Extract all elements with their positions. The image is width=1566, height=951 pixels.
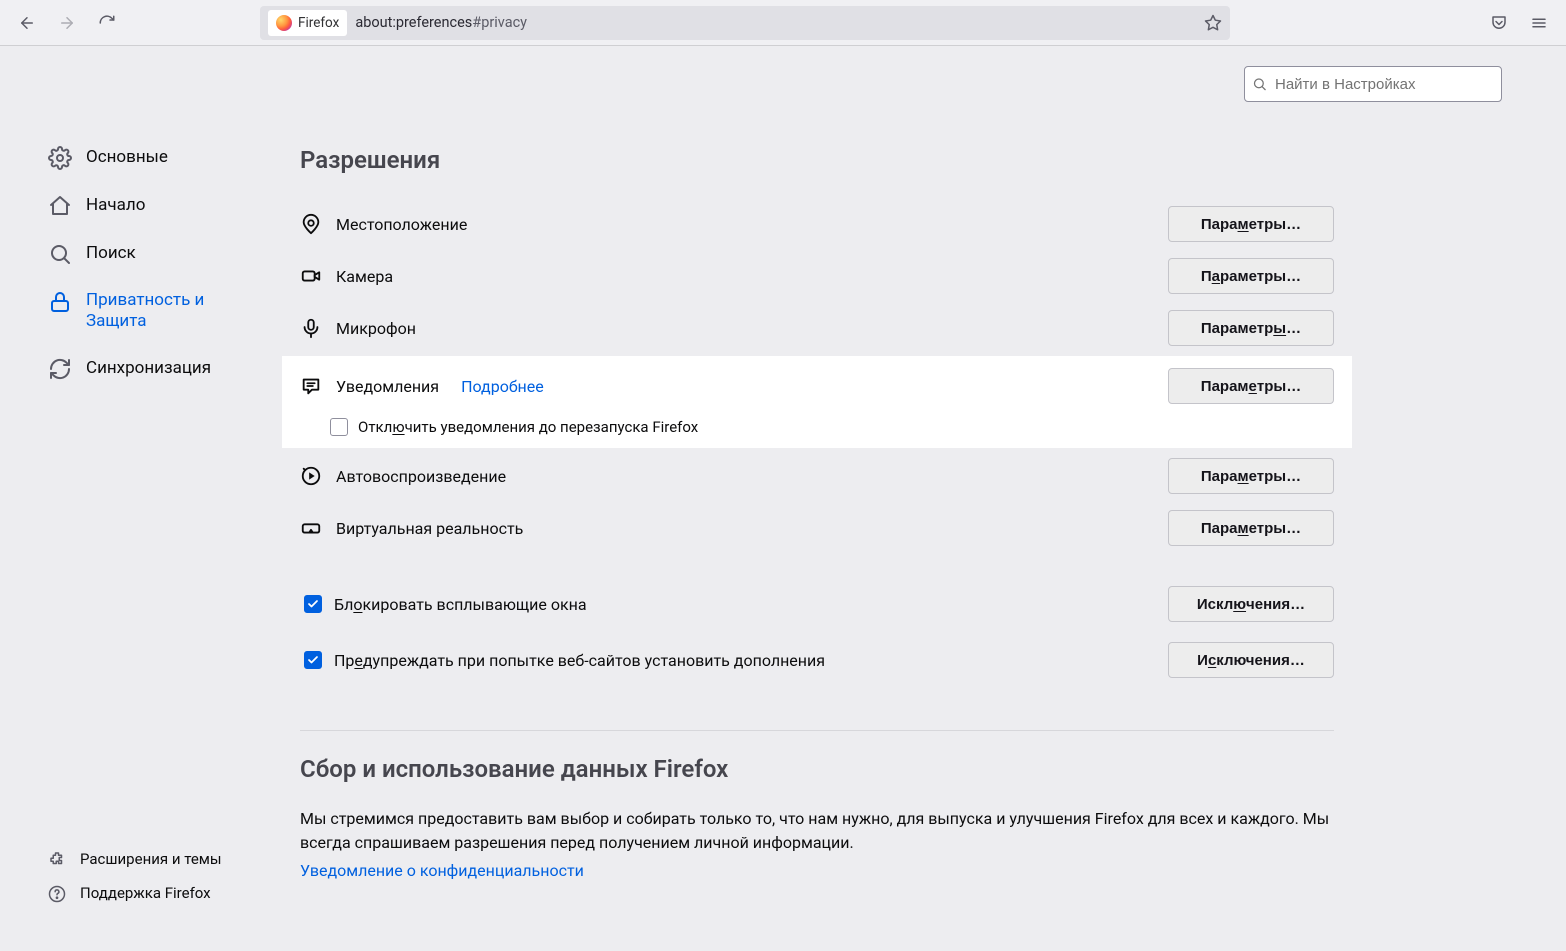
lock-icon [48, 290, 72, 314]
permission-notifications-group: Уведомления Подробнее Параметры… Отключи… [282, 356, 1352, 448]
permission-notifications-row: Уведомления Подробнее Параметры… [300, 360, 1334, 412]
sidebar-item-search[interactable]: Поиск [48, 232, 248, 280]
vr-icon [300, 517, 322, 539]
permission-location-row: Местоположение Параметры… [300, 198, 1334, 250]
warn-addons-label: Предупреждать при попытке веб-сайтов уст… [334, 651, 825, 670]
sidebar-item-home[interactable]: Начало [48, 184, 248, 232]
permission-autoplay-row: Автовоспроизведение Параметры… [300, 450, 1334, 502]
arrow-left-icon [18, 14, 36, 32]
permissions-heading: Разрешения [300, 146, 1334, 174]
main-content: Разрешения Местоположение Параметры… Кам… [300, 146, 1334, 880]
notifications-learn-more-link[interactable]: Подробнее [461, 377, 544, 396]
sidebar-item-extensions[interactable]: Расширения и темы [48, 842, 268, 877]
pause-notifications-label: Отключить уведомления до перезапуска Fir… [358, 418, 698, 436]
identity-label: Firefox [298, 15, 339, 31]
warn-addons-row: Предупреждать при попытке веб-сайтов уст… [300, 632, 1334, 688]
home-icon [48, 194, 72, 218]
permission-camera-row: Камера Параметры… [300, 250, 1334, 302]
puzzle-icon [48, 850, 66, 868]
popups-exceptions-button[interactable]: Исключения… [1168, 586, 1334, 622]
url-text: about:preferences#privacy [355, 14, 527, 31]
settings-search-input[interactable] [1244, 66, 1502, 102]
sync-icon [48, 357, 72, 381]
pocket-icon [1490, 14, 1508, 32]
sidebar-item-sync[interactable]: Синхронизация [48, 347, 248, 395]
reload-button[interactable] [90, 8, 124, 38]
sidebar-item-support[interactable]: Поддержка Firefox [48, 876, 268, 911]
permission-label: Камера [336, 267, 393, 286]
search-icon [1252, 77, 1267, 92]
magnifier-icon [48, 242, 72, 266]
firefox-logo-icon [276, 15, 292, 31]
forward-button[interactable] [50, 8, 84, 38]
reload-icon [98, 14, 116, 32]
url-bar[interactable]: Firefox about:preferences#privacy [260, 6, 1230, 40]
sidebar-item-label: Приватность и Защита [86, 290, 248, 333]
question-icon [48, 885, 66, 903]
location-settings-button[interactable]: Параметры… [1168, 206, 1334, 242]
sidebar-bottom: Расширения и темы Поддержка Firefox [48, 842, 268, 912]
sidebar-item-label: Основные [86, 147, 168, 168]
sidebar-item-label: Синхронизация [86, 358, 211, 379]
permission-label: Микрофон [336, 319, 416, 338]
autoplay-icon [300, 465, 322, 487]
permission-microphone-row: Микрофон Параметры… [300, 302, 1334, 354]
pause-notifications-row: Отключить уведомления до перезапуска Fir… [300, 412, 1334, 446]
autoplay-settings-button[interactable]: Параметры… [1168, 458, 1334, 494]
sidebar-item-label: Поиск [86, 243, 136, 264]
back-button[interactable] [10, 8, 44, 38]
vr-settings-button[interactable]: Параметры… [1168, 510, 1334, 546]
arrow-right-icon [58, 14, 76, 32]
data-collection-text: Мы стремимся предоставить вам выбор и со… [300, 807, 1334, 855]
sidebar-nav: Основные Начало Поиск Приватность и Защи… [48, 136, 248, 395]
permission-label: Уведомления [336, 377, 439, 396]
sidebar-item-label: Расширения и темы [80, 850, 222, 869]
bookmark-star-button[interactable] [1204, 14, 1222, 32]
block-popups-row: Блокировать всплывающие окна Исключения… [300, 576, 1334, 632]
warn-addons-checkbox[interactable] [304, 651, 322, 669]
settings-search [1244, 66, 1502, 102]
permission-label: Виртуальная реальность [336, 519, 523, 538]
app-menu-button[interactable] [1522, 8, 1556, 38]
gear-icon [48, 146, 72, 170]
notifications-settings-button[interactable]: Параметры… [1168, 368, 1334, 404]
addons-exceptions-button[interactable]: Исключения… [1168, 642, 1334, 678]
sidebar-item-privacy[interactable]: Приватность и Защита [48, 280, 248, 347]
pocket-button[interactable] [1482, 8, 1516, 38]
hamburger-icon [1530, 14, 1548, 32]
star-icon [1204, 14, 1222, 32]
privacy-notice-link[interactable]: Уведомление о конфиденциальности [300, 861, 584, 880]
camera-icon [300, 265, 322, 287]
pause-notifications-checkbox[interactable] [330, 418, 348, 436]
data-collection-heading: Сбор и использование данных Firefox [300, 755, 1334, 783]
sidebar-item-label: Начало [86, 195, 145, 216]
microphone-icon [300, 317, 322, 339]
sidebar-item-label: Поддержка Firefox [80, 884, 211, 903]
block-popups-checkbox[interactable] [304, 595, 322, 613]
block-popups-label: Блокировать всплывающие окна [334, 595, 587, 614]
identity-box[interactable]: Firefox [268, 10, 347, 36]
camera-settings-button[interactable]: Параметры… [1168, 258, 1334, 294]
divider [300, 730, 1334, 731]
microphone-settings-button[interactable]: Параметры… [1168, 310, 1334, 346]
location-icon [300, 213, 322, 235]
permission-label: Автовоспроизведение [336, 467, 506, 486]
browser-toolbar: Firefox about:preferences#privacy [0, 0, 1566, 46]
permission-label: Местоположение [336, 215, 467, 234]
notification-icon [300, 375, 322, 397]
permission-vr-row: Виртуальная реальность Параметры… [300, 502, 1334, 554]
sidebar-item-general[interactable]: Основные [48, 136, 248, 184]
